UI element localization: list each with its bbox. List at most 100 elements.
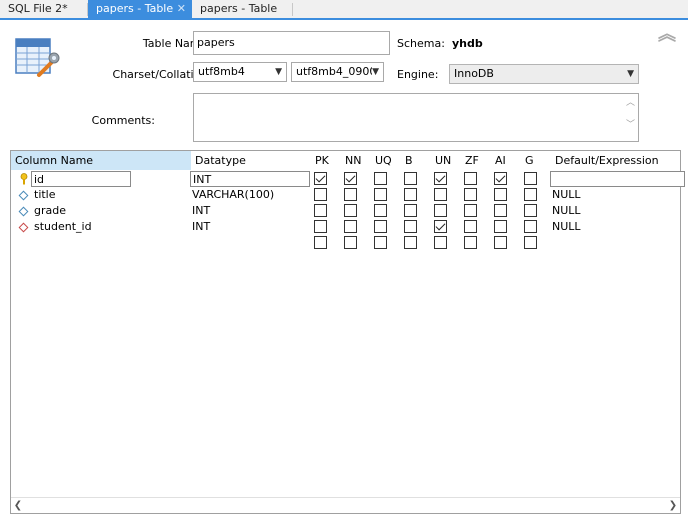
un-checkbox[interactable] bbox=[434, 220, 447, 233]
columns-grid[interactable]: Column Name Datatype PK NN UQ B UN ZF AI… bbox=[10, 150, 685, 514]
charset-select[interactable]: utf8mb4 ▼ bbox=[193, 62, 287, 82]
header-un[interactable]: UN bbox=[431, 151, 451, 170]
tab-label: papers - Table bbox=[200, 2, 278, 15]
column-name-cell[interactable]: grade bbox=[34, 203, 66, 219]
tab-label: papers - Table bbox=[96, 2, 174, 15]
column-icon bbox=[18, 206, 29, 217]
collation-select[interactable]: utf8mb4_0900 ▼ bbox=[291, 62, 384, 82]
column-name-input[interactable]: id bbox=[31, 171, 131, 187]
charset-collation-label: Charset/Collation: bbox=[112, 68, 211, 81]
ai-checkbox[interactable] bbox=[494, 236, 507, 249]
nn-checkbox[interactable] bbox=[344, 204, 357, 217]
scroll-left-icon[interactable]: ❮ bbox=[11, 498, 25, 513]
b-checkbox[interactable] bbox=[404, 188, 417, 201]
scroll-right-icon[interactable]: ❯ bbox=[666, 498, 680, 513]
pk-checkbox[interactable] bbox=[314, 220, 327, 233]
g-checkbox[interactable] bbox=[524, 236, 537, 249]
grid-header: Column Name Datatype PK NN UQ B UN ZF AI… bbox=[11, 151, 680, 170]
zf-checkbox[interactable] bbox=[464, 204, 477, 217]
pk-checkbox[interactable] bbox=[314, 172, 327, 185]
header-datatype[interactable]: Datatype bbox=[191, 151, 309, 170]
nn-checkbox[interactable] bbox=[344, 172, 357, 185]
pk-checkbox[interactable] bbox=[314, 236, 327, 249]
default-expression-cell[interactable]: NULL bbox=[552, 187, 581, 203]
ai-checkbox[interactable] bbox=[494, 172, 507, 185]
tab-papers-table-active[interactable]: papers - Table ✕ bbox=[88, 0, 192, 18]
header-uq[interactable]: UQ bbox=[371, 151, 392, 170]
tab-label: SQL File 2* bbox=[8, 2, 68, 15]
nn-checkbox[interactable] bbox=[344, 188, 357, 201]
g-checkbox[interactable] bbox=[524, 172, 537, 185]
pk-checkbox[interactable] bbox=[314, 204, 327, 217]
header-g[interactable]: G bbox=[521, 151, 534, 170]
scroll-up-icon[interactable]: ︿ bbox=[625, 96, 636, 118]
nn-checkbox[interactable] bbox=[344, 236, 357, 249]
comments-label: Comments: bbox=[91, 114, 155, 127]
uq-checkbox[interactable] bbox=[374, 188, 387, 201]
datatype-cell[interactable]: INT bbox=[192, 219, 210, 235]
ai-checkbox[interactable] bbox=[494, 188, 507, 201]
g-checkbox[interactable] bbox=[524, 188, 537, 201]
tab-papers-table[interactable]: papers - Table bbox=[192, 0, 292, 18]
b-checkbox[interactable] bbox=[404, 236, 417, 249]
zf-checkbox[interactable] bbox=[464, 172, 477, 185]
header-nn[interactable]: NN bbox=[341, 151, 361, 170]
comments-scrollbar[interactable]: ︿ ﹀ bbox=[625, 96, 636, 139]
nn-checkbox[interactable] bbox=[344, 220, 357, 233]
charset-value: utf8mb4 bbox=[198, 65, 245, 78]
datatype-input[interactable]: INT bbox=[190, 171, 310, 187]
chevron-down-icon: ▼ bbox=[275, 67, 282, 77]
scroll-down-icon[interactable]: ﹀ bbox=[625, 118, 636, 140]
datatype-cell[interactable]: INT bbox=[192, 203, 210, 219]
tab-sql-file-2[interactable]: SQL File 2* bbox=[0, 0, 86, 18]
horizontal-scrollbar[interactable]: ❮ ❯ bbox=[11, 497, 680, 513]
header-default-expression[interactable]: Default/Expression bbox=[551, 151, 659, 170]
header-ai[interactable]: AI bbox=[491, 151, 506, 170]
editor-tab-bar: SQL File 2* papers - Table ✕ papers - Ta… bbox=[0, 0, 688, 20]
comments-textarea[interactable]: ︿ ﹀ bbox=[193, 93, 639, 142]
column-name-cell[interactable]: student_id bbox=[34, 219, 92, 235]
uq-checkbox[interactable] bbox=[374, 172, 387, 185]
uq-checkbox[interactable] bbox=[374, 204, 387, 217]
engine-select[interactable]: InnoDB ▼ bbox=[449, 64, 639, 84]
g-checkbox[interactable] bbox=[524, 204, 537, 217]
chevron-down-icon: ▼ bbox=[372, 63, 379, 81]
tab-separator bbox=[292, 3, 293, 16]
column-icon bbox=[18, 190, 29, 201]
b-checkbox[interactable] bbox=[404, 172, 417, 185]
zf-checkbox[interactable] bbox=[464, 188, 477, 201]
header-column-name[interactable]: Column Name bbox=[11, 151, 191, 170]
schema-value: yhdb bbox=[452, 37, 483, 50]
column-name-cell[interactable]: title bbox=[34, 187, 56, 203]
close-tab-icon[interactable]: ✕ bbox=[177, 0, 186, 18]
engine-label: Engine: bbox=[397, 68, 439, 81]
table-name-input[interactable]: papers bbox=[193, 31, 390, 55]
schema-label: Schema: bbox=[397, 37, 445, 50]
ai-checkbox[interactable] bbox=[494, 220, 507, 233]
un-checkbox[interactable] bbox=[434, 172, 447, 185]
default-expression-input[interactable] bbox=[550, 171, 685, 187]
un-checkbox[interactable] bbox=[434, 236, 447, 249]
zf-checkbox[interactable] bbox=[464, 220, 477, 233]
header-pk[interactable]: PK bbox=[311, 151, 329, 170]
foreign-key-column-icon bbox=[18, 222, 29, 233]
pk-checkbox[interactable] bbox=[314, 188, 327, 201]
default-expression-cell[interactable]: NULL bbox=[552, 203, 581, 219]
b-checkbox[interactable] bbox=[404, 220, 417, 233]
uq-checkbox[interactable] bbox=[374, 236, 387, 249]
collation-value: utf8mb4_0900 bbox=[296, 65, 377, 78]
primary-key-icon bbox=[19, 173, 29, 185]
datatype-cell[interactable]: VARCHAR(100) bbox=[192, 187, 274, 203]
b-checkbox[interactable] bbox=[404, 204, 417, 217]
zf-checkbox[interactable] bbox=[464, 236, 477, 249]
g-checkbox[interactable] bbox=[524, 220, 537, 233]
uq-checkbox[interactable] bbox=[374, 220, 387, 233]
ai-checkbox[interactable] bbox=[494, 204, 507, 217]
collapse-icon[interactable]: ︽ bbox=[658, 26, 676, 44]
header-b[interactable]: B bbox=[401, 151, 413, 170]
header-zf[interactable]: ZF bbox=[461, 151, 479, 170]
engine-value: InnoDB bbox=[454, 67, 494, 80]
un-checkbox[interactable] bbox=[434, 188, 447, 201]
default-expression-cell[interactable]: NULL bbox=[552, 219, 581, 235]
un-checkbox[interactable] bbox=[434, 204, 447, 217]
